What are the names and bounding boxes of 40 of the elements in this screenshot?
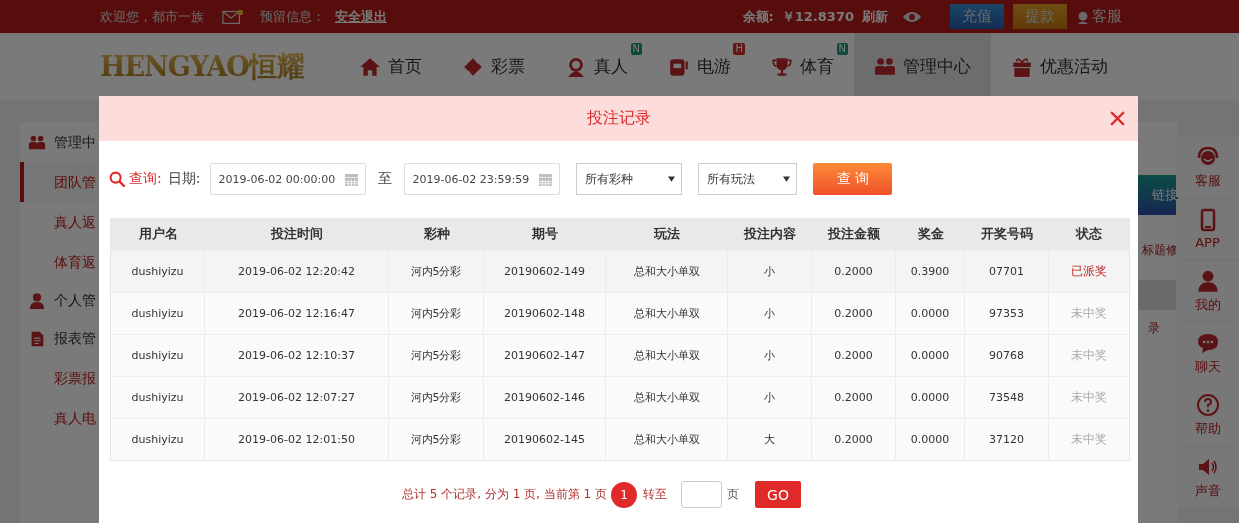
column-header: 玩法: [652, 225, 681, 243]
table-cell: 总和大小单双: [606, 419, 728, 460]
status-cell-text: 未中奖: [1070, 431, 1108, 448]
status-cell-text: 未中奖: [1070, 347, 1108, 364]
query-label: 查询:: [129, 170, 162, 188]
balance-label: 余额:: [742, 7, 774, 26]
column-header: 奖金: [916, 225, 945, 243]
heading-text: 标题修: [1142, 242, 1178, 259]
column-header: 开奖号码: [980, 225, 1034, 243]
balance-value: ￥12.8370: [781, 7, 854, 26]
nav-badge: H: [733, 43, 745, 55]
table-cell: 0.2000: [812, 419, 896, 460]
row-text: 录: [1148, 320, 1160, 337]
page-suffix: 页: [727, 486, 740, 503]
table-cell: 37120: [965, 419, 1049, 460]
status-cell-text: 未中奖: [1070, 389, 1108, 406]
column-header: 期号: [531, 225, 559, 243]
welcome-text: 欢迎您，: [100, 7, 152, 26]
status-cell-text: 未中奖: [1070, 305, 1108, 322]
column-header: 彩种: [422, 225, 451, 243]
date-label: 日期:: [167, 170, 201, 188]
status-cell-text: 已派奖: [1070, 263, 1108, 280]
column-header: 投注时间: [269, 225, 324, 243]
notice-label: 预留信息：: [260, 7, 325, 26]
table-cell: 0.0000: [896, 419, 965, 460]
column-header: 投注内容: [742, 225, 797, 243]
table-cell: 20190602-145: [484, 419, 606, 460]
table-cell: 大: [728, 419, 812, 460]
goto-label: 转至: [643, 486, 668, 503]
nav-badge: N: [836, 43, 848, 55]
modal-title: 投注记录: [586, 108, 651, 129]
column-header: 状态: [1074, 225, 1103, 243]
table-cell: dushiyizu: [111, 419, 205, 460]
pagination-summary: 总计 5 个记录, 分为 1 页, 当前第 1 页: [401, 486, 608, 503]
separator-text: 至: [378, 170, 393, 188]
nav-badge: N: [630, 43, 642, 55]
table-cell: 河内5分彩: [389, 419, 484, 460]
column-header: 投注金额: [826, 225, 881, 243]
column-header: 用户名: [137, 225, 179, 243]
table-cell: 2019-06-02 12:01:50: [205, 419, 389, 460]
